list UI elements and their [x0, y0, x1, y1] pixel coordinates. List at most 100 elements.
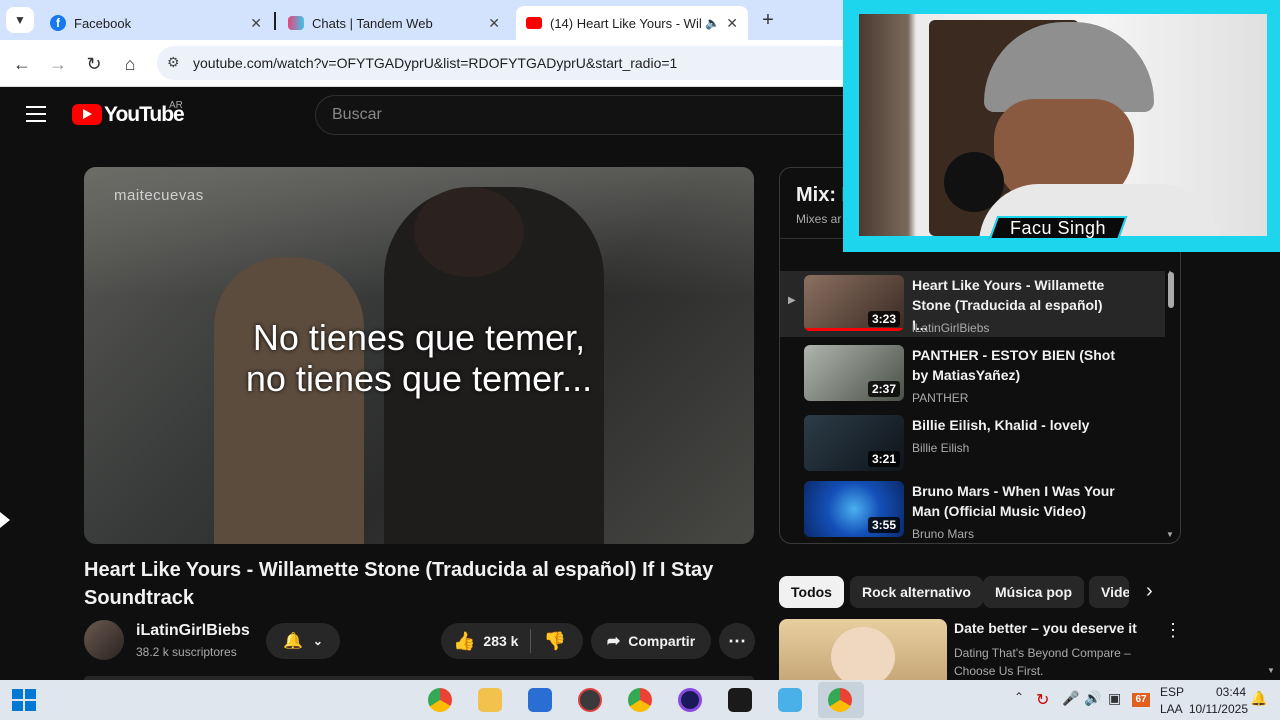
region-code: AR — [169, 100, 183, 111]
video-duration: 3:21 — [867, 451, 900, 467]
sync-icon[interactable]: ↻ — [1036, 690, 1049, 710]
more-icon[interactable]: ⋮ — [1164, 620, 1182, 641]
chrome-active-icon[interactable] — [828, 688, 852, 712]
chrome-profile-icon[interactable] — [628, 688, 652, 712]
channel-name[interactable]: iLatinGirlBiebs — [136, 622, 250, 640]
video-duration: 3:55 — [867, 517, 900, 533]
playlist-item-channel: iLatinGirlBiebs — [912, 321, 990, 335]
close-tab-icon[interactable]: ✕ — [726, 15, 738, 32]
ad-thumbnail[interactable] — [779, 619, 947, 680]
chevron-up-icon[interactable]: ⌃ — [1014, 690, 1024, 704]
new-tab-button[interactable]: + — [756, 8, 780, 32]
notepad-icon[interactable] — [778, 688, 802, 712]
chip-rock-alternativo[interactable]: Rock alternativo — [850, 576, 983, 608]
keyboard-layout[interactable]: LAA — [1160, 702, 1183, 716]
playlist-thumbnail: 3:21 — [804, 415, 904, 471]
playlist-item[interactable]: ▶ 3:23 Heart Like Yours - Willamette Sto… — [780, 271, 1165, 337]
playlist-item[interactable]: 2:37 PANTHER - ESTOY BIEN (Shot by Matia… — [780, 341, 1165, 407]
like-count: 283 k — [483, 633, 519, 649]
speaker-icon[interactable]: 🔈 — [705, 16, 720, 30]
chrome-icon[interactable] — [428, 688, 452, 712]
playlist-item-title: PANTHER - ESTOY BIEN (Shot by MatiasYañe… — [912, 347, 1116, 383]
forward-icon[interactable]: → — [46, 52, 70, 76]
like-button[interactable]: 👍 283 k — [453, 631, 518, 652]
playlist-item-channel: Billie Eilish — [912, 441, 970, 455]
playlist-item-channel: Bruno Mars — [912, 527, 975, 541]
ad-body: Dating That's Beyond Compare – Choose Us… — [954, 646, 1131, 678]
channel-avatar[interactable] — [84, 620, 124, 660]
clock-time[interactable]: 03:44 — [1190, 685, 1246, 699]
like-dislike-group: 👍 283 k 👎 — [441, 623, 583, 659]
volume-icon[interactable]: 🔊 — [1084, 690, 1101, 707]
clock-date[interactable]: 10/11/2025 — [1182, 702, 1248, 716]
tab-divider — [274, 12, 276, 30]
chip-videos[interactable]: Vide — [1089, 576, 1129, 608]
close-tab-icon[interactable]: ✕ — [488, 15, 500, 32]
playlist-thumbnail: 3:55 — [804, 481, 904, 537]
tab-facebook[interactable]: f Facebook ✕ — [40, 6, 272, 40]
chip-musica-pop[interactable]: Música pop — [983, 576, 1085, 608]
search-input[interactable]: Buscar — [315, 95, 875, 135]
notification-bell-icon[interactable]: 🔔 — [1250, 690, 1267, 707]
back-icon[interactable]: ← — [10, 52, 34, 76]
video-subtitle-line: No tienes que temer, — [252, 317, 586, 358]
windows-start-icon[interactable] — [12, 689, 36, 711]
ad-thumbnail-face — [831, 627, 895, 680]
store-icon[interactable] — [528, 688, 552, 712]
site-info-icon[interactable]: ⚙ — [167, 54, 180, 71]
scrollbar[interactable] — [1168, 272, 1174, 308]
microphone-icon[interactable]: 🎤 — [1062, 690, 1079, 707]
chevron-right-icon[interactable]: › — [1146, 580, 1153, 603]
video-figure — [414, 187, 524, 277]
subscribe-bell-button[interactable]: 🔔 ⌄ — [266, 623, 340, 659]
chevron-down-icon: ⌄ — [312, 634, 323, 648]
playlist-item-channel: PANTHER — [912, 391, 969, 405]
home-icon[interactable]: ⌂ — [118, 52, 142, 76]
video-watermark: maitecuevas — [114, 187, 204, 204]
video-figure — [214, 257, 364, 544]
tab-search-button[interactable]: ▼ — [6, 7, 34, 33]
capcut-icon[interactable] — [728, 688, 752, 712]
tab-title: Chats | Tandem Web — [312, 15, 433, 31]
obs-icon[interactable] — [578, 688, 602, 712]
divider — [530, 629, 532, 653]
dislike-button[interactable]: 👎 — [543, 631, 565, 652]
ad-title[interactable]: Date better – you deserve it — [954, 620, 1144, 636]
playlist-subtitle: Mixes ar — [796, 212, 842, 226]
share-button[interactable]: ➦ Compartir — [591, 623, 711, 659]
tab-title: Facebook — [74, 15, 132, 31]
video-player[interactable]: maitecuevas No tienes que temer, no tien… — [84, 167, 754, 544]
monitor-icon[interactable]: ▣ — [1108, 690, 1121, 707]
facebook-icon: f — [50, 15, 66, 31]
bell-icon: 🔔 — [283, 633, 303, 650]
playlist-item[interactable]: 3:55 Bruno Mars - When I Was Your Man (O… — [780, 477, 1165, 543]
url-text: youtube.com/watch?v=OFYTGADyprU&list=RDO… — [193, 55, 678, 71]
playlist-thumbnail: 2:37 — [804, 345, 904, 401]
tab-title: (14) Heart Like Yours - Willa — [550, 15, 702, 31]
scroll-up-icon[interactable]: ▲ — [1166, 268, 1174, 277]
scroll-down-icon[interactable]: ▼ — [1166, 530, 1174, 539]
webcam-video — [859, 14, 1267, 236]
menu-icon[interactable] — [26, 106, 46, 122]
reload-icon[interactable]: ↻ — [82, 52, 106, 76]
app-circle-icon[interactable] — [678, 688, 702, 712]
webcam-name: Facu Singh — [1009, 218, 1107, 238]
address-bar[interactable]: ⚙ youtube.com/watch?v=OFYTGADyprU&list=R… — [157, 46, 877, 80]
playlist-item[interactable]: 3:21 Billie Eilish, Khalid - lovely Bill… — [780, 411, 1165, 477]
chip-todos[interactable]: Todos — [779, 576, 844, 608]
scroll-down-icon[interactable]: ▼ — [1267, 666, 1275, 675]
playlist-thumbnail: 3:23 — [804, 275, 904, 331]
file-explorer-icon[interactable] — [478, 688, 502, 712]
share-icon: ➦ — [606, 633, 621, 650]
tandem-icon — [288, 16, 304, 30]
battery-badge[interactable]: 67 — [1132, 693, 1150, 707]
playlist-item-title: Bruno Mars - When I Was Your Man (Offici… — [912, 483, 1115, 519]
more-actions-icon[interactable]: ⋯ — [719, 623, 755, 659]
youtube-logo-icon[interactable] — [72, 104, 102, 125]
mouse-cursor-icon — [0, 512, 10, 528]
close-tab-icon[interactable]: ✕ — [250, 15, 262, 32]
tab-tandem[interactable]: Chats | Tandem Web ✕ — [278, 6, 510, 40]
share-label: Compartir — [628, 633, 696, 649]
tab-youtube[interactable]: (14) Heart Like Yours - Willa 🔈 ✕ — [516, 6, 748, 40]
language-code[interactable]: ESP — [1160, 685, 1184, 699]
